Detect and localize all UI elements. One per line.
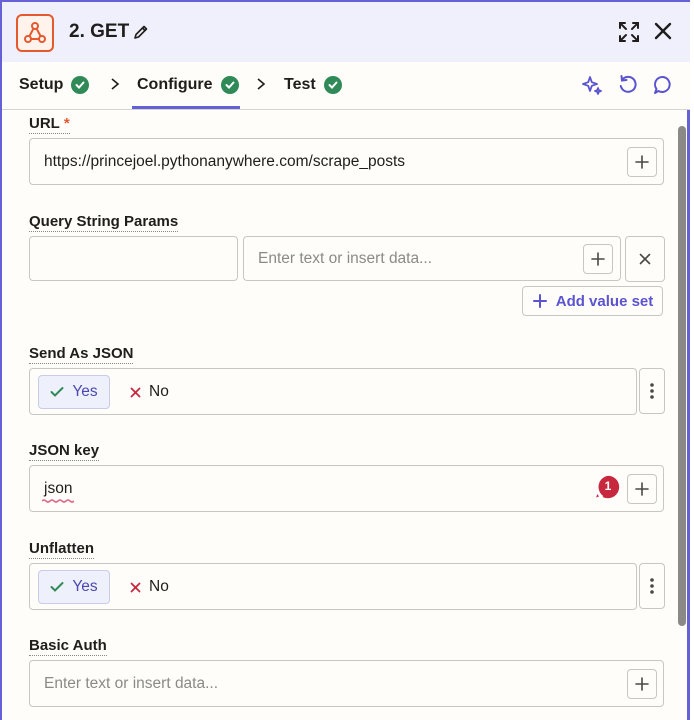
basic-auth-input[interactable]: Enter text or insert data...: [29, 660, 664, 707]
no-option[interactable]: No: [130, 570, 169, 604]
error-count: 1: [604, 479, 612, 493]
check-icon: [50, 387, 64, 397]
tab-label: Test: [284, 76, 316, 93]
spellcheck-underline: [42, 499, 74, 503]
unflatten-label: Unflatten: [29, 540, 94, 559]
plus-icon: [532, 294, 547, 308]
query-param-value-input[interactable]: Enter text or insert data...: [243, 236, 621, 281]
tab-setup[interactable]: Setup: [19, 76, 90, 94]
yes-option[interactable]: Yes: [38, 570, 110, 604]
plus-icon: [591, 252, 605, 266]
insert-data-button[interactable]: [627, 147, 657, 177]
yes-option[interactable]: Yes: [38, 375, 110, 409]
required-asterisk: *: [63, 115, 70, 132]
more-options-button[interactable]: [639, 563, 665, 609]
query-params-label: Query String Params: [29, 213, 179, 232]
basic-auth-placeholder: Enter text or insert data...: [44, 675, 219, 692]
unflatten-toggle: Yes No: [29, 563, 637, 610]
tab-label: Configure: [137, 76, 213, 93]
more-options-button[interactable]: [639, 368, 665, 414]
error-count-badge[interactable]: 1: [594, 474, 622, 500]
expand-icon[interactable]: [618, 21, 640, 43]
insert-data-button[interactable]: [627, 474, 657, 504]
json-key-label: JSON key: [29, 442, 100, 461]
query-param-key-input[interactable]: [29, 236, 238, 281]
configure-form: URL * https://princejoel.pythonanywhere.c…: [2, 110, 678, 720]
check-circle-icon: [220, 76, 239, 94]
pencil-icon[interactable]: [133, 24, 149, 40]
check-icon: [50, 582, 64, 592]
json-key-input[interactable]: json: [29, 465, 664, 512]
url-value: https://princejoel.pythonanywhere.com/sc…: [44, 153, 406, 170]
check-circle-icon: [71, 76, 90, 94]
kebab-icon: [650, 383, 654, 399]
active-tab-indicator: [132, 106, 240, 109]
insert-data-button[interactable]: [583, 244, 613, 274]
remove-param-button[interactable]: [625, 236, 665, 282]
tab-test[interactable]: Test: [284, 76, 342, 94]
tab-configure[interactable]: Configure: [137, 76, 239, 94]
basic-auth-label: Basic Auth: [29, 637, 107, 656]
add-value-set-label: Add value set: [555, 292, 654, 310]
chevron-right-icon: [257, 78, 266, 90]
close-icon: [639, 253, 651, 265]
json-key-value: json: [44, 480, 73, 497]
send-as-json-toggle: Yes No: [29, 368, 637, 415]
plus-icon: [635, 677, 649, 691]
add-value-set-button[interactable]: Add value set: [522, 286, 663, 316]
scrollbar-thumb[interactable]: [678, 126, 686, 626]
check-circle-icon: [323, 76, 342, 94]
x-icon: [130, 582, 141, 592]
plus-icon: [635, 155, 649, 169]
plus-icon: [635, 482, 649, 496]
step-title[interactable]: 2. GET: [69, 21, 129, 43]
tab-label: Setup: [19, 76, 64, 93]
refresh-icon[interactable]: [617, 74, 639, 96]
close-icon[interactable]: [654, 22, 672, 40]
no-option[interactable]: No: [130, 375, 169, 409]
webhook-icon: [16, 14, 54, 52]
comment-icon[interactable]: [652, 74, 674, 96]
kebab-icon: [650, 578, 654, 594]
query-param-value-placeholder: Enter text or insert data...: [258, 250, 433, 267]
x-icon: [130, 387, 141, 397]
panel-header: 2. GET: [2, 0, 690, 62]
insert-data-button[interactable]: [627, 669, 657, 699]
url-input[interactable]: https://princejoel.pythonanywhere.com/sc…: [29, 138, 664, 185]
sparkle-icon[interactable]: [581, 74, 603, 96]
step-editor-panel: 2. GET Setup Configure Test URL * https:…: [0, 0, 690, 720]
step-tabs: Setup Configure Test: [2, 62, 690, 110]
send-as-json-label: Send As JSON: [29, 345, 134, 364]
url-label: URL *: [29, 115, 70, 134]
chevron-right-icon: [111, 78, 120, 90]
